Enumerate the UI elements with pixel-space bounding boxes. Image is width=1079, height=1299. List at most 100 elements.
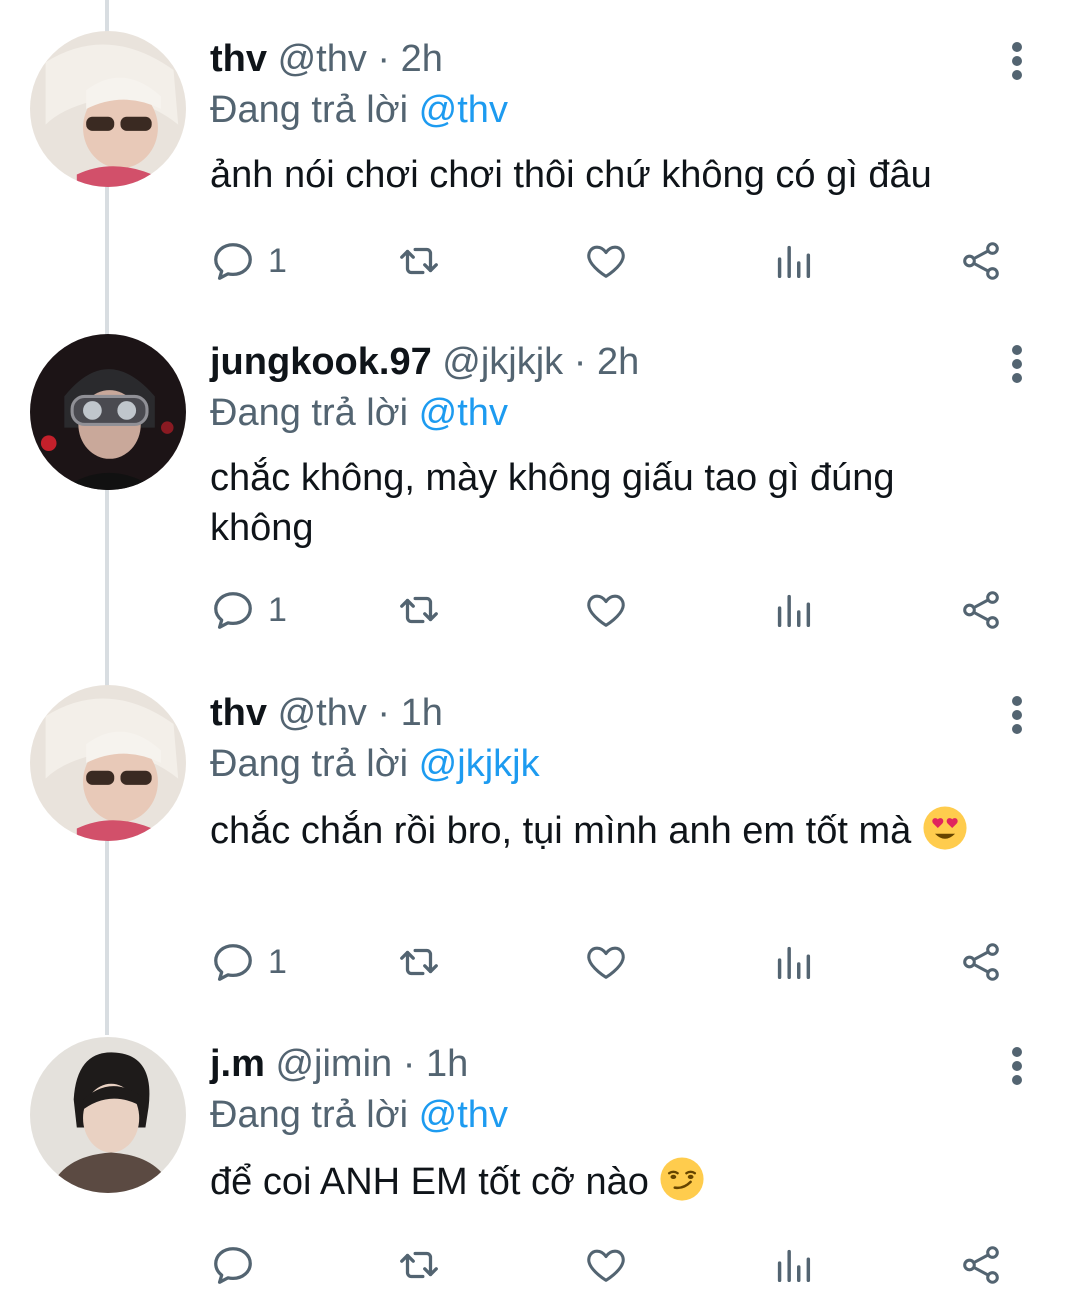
- replying-to-label: Đang trả lời: [210, 89, 409, 131]
- reply-icon: [214, 592, 252, 629]
- reply-count: 1: [268, 942, 287, 981]
- replying-to: Đang trả lời @jkjkjk: [210, 741, 540, 787]
- timestamp[interactable]: 2h: [597, 341, 639, 383]
- replying-to-label: Đang trả lời: [210, 1094, 409, 1136]
- retweet-button[interactable]: [396, 585, 442, 635]
- tweet-text-content: chắc chắn rồi bro, tụi mình anh em tốt m…: [210, 810, 912, 852]
- tweet-text: ảnh nói chơi chơi thôi chứ không có gì đ…: [210, 150, 1010, 200]
- tweet-actions: 1: [210, 585, 1010, 635]
- reply-button[interactable]: 1: [210, 236, 287, 286]
- heart-icon: [587, 594, 625, 627]
- more-vertical-icon[interactable]: [1004, 1045, 1030, 1087]
- user-handle[interactable]: @jimin: [275, 1043, 392, 1085]
- reply-mention[interactable]: @thv: [419, 392, 508, 434]
- avatar-image: [30, 334, 186, 490]
- heart-icon: [587, 1249, 625, 1282]
- analytics-button[interactable]: [770, 937, 816, 987]
- share-button[interactable]: [958, 937, 1004, 987]
- share-button[interactable]: [958, 585, 1004, 635]
- tweet-header: thv @thv · 1h: [210, 690, 443, 736]
- retweet-icon: [400, 948, 438, 976]
- retweet-button[interactable]: [396, 1240, 442, 1290]
- reply-mention[interactable]: @thv: [419, 1094, 508, 1136]
- display-name[interactable]: thv: [210, 692, 267, 734]
- separator: ·: [402, 1043, 416, 1085]
- avatar-thv[interactable]: [30, 31, 186, 187]
- heart-eyes-emoji: [923, 806, 967, 850]
- avatar-jimin[interactable]: [30, 1037, 186, 1193]
- tweet-text-content: chắc không, mày không giấu tao gì đúng k…: [210, 457, 895, 549]
- reply-count: 1: [268, 241, 287, 280]
- smirk-emoji: [660, 1157, 705, 1201]
- tweet-text-content: ảnh nói chơi chơi thôi chứ không có gì đ…: [210, 154, 932, 196]
- replying-to-label: Đang trả lời: [210, 392, 409, 434]
- analytics-button[interactable]: [770, 1240, 816, 1290]
- user-handle[interactable]: @thv: [278, 38, 367, 80]
- like-button[interactable]: [583, 236, 629, 286]
- reply-icon: [214, 944, 252, 981]
- display-name[interactable]: j.m: [210, 1043, 265, 1085]
- retweet-button[interactable]: [396, 236, 442, 286]
- more-vertical-icon[interactable]: [1004, 40, 1030, 82]
- separator: ·: [573, 341, 587, 383]
- separator: ·: [377, 38, 391, 80]
- display-name[interactable]: thv: [210, 38, 267, 80]
- replying-to: Đang trả lời @thv: [210, 390, 508, 436]
- avatar-image: [30, 1037, 186, 1193]
- tweet-text-content: để coi ANH EM tốt cỡ nào: [210, 1161, 649, 1203]
- reply-count: 1: [268, 590, 287, 629]
- share-icon: [963, 943, 999, 981]
- analytics-icon: [777, 245, 811, 279]
- share-icon: [963, 591, 999, 629]
- avatar-jungkook[interactable]: [30, 334, 186, 490]
- tweet-actions: [210, 1240, 1010, 1290]
- share-icon: [963, 242, 999, 280]
- user-handle[interactable]: @jkjkjk: [442, 341, 563, 383]
- share-button[interactable]: [958, 236, 1004, 286]
- analytics-button[interactable]: [770, 236, 816, 286]
- display-name[interactable]: jungkook.97: [210, 341, 432, 383]
- tweet-actions: 1: [210, 236, 1010, 286]
- reply-button[interactable]: [210, 1240, 268, 1290]
- retweet-icon: [400, 1251, 438, 1279]
- more-vertical-icon[interactable]: [1004, 694, 1030, 736]
- reply-icon: [214, 1247, 252, 1284]
- share-button[interactable]: [958, 1240, 1004, 1290]
- analytics-icon: [777, 1249, 811, 1283]
- like-button[interactable]: [583, 1240, 629, 1290]
- tweet-header: j.m @jimin · 1h: [210, 1041, 468, 1087]
- timestamp[interactable]: 1h: [426, 1043, 468, 1085]
- replying-to: Đang trả lời @thv: [210, 87, 508, 133]
- replying-to: Đang trả lời @thv: [210, 1092, 508, 1138]
- like-button[interactable]: [583, 937, 629, 987]
- analytics-icon: [777, 594, 811, 628]
- separator: ·: [377, 692, 391, 734]
- tweet-text: chắc không, mày không giấu tao gì đúng k…: [210, 453, 990, 553]
- share-icon: [963, 1246, 999, 1284]
- avatar-image: [30, 31, 186, 187]
- tweet-header: thv @thv · 2h: [210, 36, 443, 82]
- analytics-button[interactable]: [770, 585, 816, 635]
- tweet-text: chắc chắn rồi bro, tụi mình anh em tốt m…: [210, 805, 1000, 856]
- reply-mention[interactable]: @thv: [419, 89, 508, 131]
- like-button[interactable]: [583, 585, 629, 635]
- heart-icon: [587, 245, 625, 278]
- tweet-text: để coi ANH EM tốt cỡ nào: [210, 1156, 1010, 1207]
- reply-icon: [214, 243, 252, 280]
- heart-icon: [587, 946, 625, 979]
- retweet-button[interactable]: [396, 937, 442, 987]
- retweet-icon: [400, 596, 438, 624]
- timestamp[interactable]: 1h: [401, 692, 443, 734]
- tweet-header: jungkook.97 @jkjkjk · 2h: [210, 339, 639, 385]
- more-vertical-icon[interactable]: [1004, 343, 1030, 385]
- retweet-icon: [400, 247, 438, 275]
- tweet-actions: 1: [210, 937, 1010, 987]
- replying-to-label: Đang trả lời: [210, 743, 409, 785]
- reply-button[interactable]: 1: [210, 937, 287, 987]
- timestamp[interactable]: 2h: [401, 38, 443, 80]
- reply-button[interactable]: 1: [210, 585, 287, 635]
- user-handle[interactable]: @thv: [278, 692, 367, 734]
- avatar-thv[interactable]: [30, 685, 186, 841]
- avatar-image: [30, 685, 186, 841]
- reply-mention[interactable]: @jkjkjk: [419, 743, 540, 785]
